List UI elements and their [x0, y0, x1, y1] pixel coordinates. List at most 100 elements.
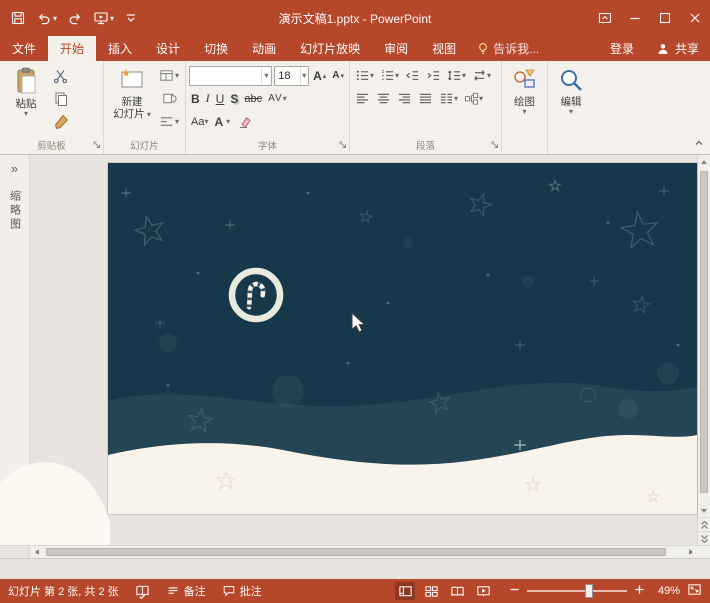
zoom-out-button[interactable] [509, 584, 520, 598]
new-slide-button[interactable]: 新建幻灯片 ▾ [107, 64, 157, 136]
tell-me-box[interactable]: 告诉我... [468, 36, 548, 61]
vertical-scroll-thumb[interactable] [700, 171, 708, 493]
scroll-up-button[interactable] [698, 155, 710, 168]
character-spacing-button[interactable]: AV▾ [266, 89, 289, 109]
slideshow-view-button[interactable] [473, 582, 493, 600]
font-name-input[interactable] [190, 70, 261, 82]
minimize-button[interactable] [620, 0, 650, 36]
tab-animations[interactable]: 动画 [240, 36, 288, 61]
decrease-font-size-button[interactable]: A▾ [330, 66, 346, 86]
window-title: 演示文稿1.pptx - PowerPoint [279, 10, 432, 27]
ribbon-display-options-button[interactable] [590, 0, 620, 36]
increase-font-size-button[interactable]: A▴ [311, 66, 328, 86]
up-arrow-icon [701, 160, 707, 164]
previous-slide-button[interactable] [698, 517, 710, 531]
expand-pane-chevron-icon[interactable]: » [11, 161, 18, 176]
notes-toggle[interactable]: 备注 [166, 583, 206, 599]
tab-insert[interactable]: 插入 [96, 36, 144, 61]
tab-transitions[interactable]: 切换 [192, 36, 240, 61]
collapse-ribbon-button[interactable] [693, 137, 705, 151]
slide-canvas[interactable] [108, 163, 697, 514]
horizontal-scroll-track[interactable] [43, 546, 684, 558]
customize-qat-button[interactable] [121, 9, 141, 27]
scroll-left-button[interactable] [30, 546, 43, 558]
slide-number-indicator[interactable]: 幻灯片 第 2 张, 共 2 张 [8, 583, 119, 599]
undo-button[interactable]: ▾ [33, 8, 60, 28]
editing-menu-button[interactable]: 编辑 ▾ [551, 64, 591, 136]
font-size-combo[interactable]: ▾ [274, 66, 309, 86]
copy-button[interactable] [49, 87, 73, 110]
scroll-down-button[interactable] [698, 504, 710, 517]
text-shadow-button[interactable]: S [228, 89, 240, 109]
spell-check-indicator[interactable] [135, 584, 150, 599]
decrease-indent-button[interactable] [403, 66, 422, 86]
slide-layout-button[interactable]: ▾ [157, 64, 181, 87]
paste-button[interactable]: 粘贴 ▾ [3, 64, 49, 136]
slide-workspace [30, 155, 697, 545]
slide-sorter-view-button[interactable] [421, 582, 441, 600]
tab-view[interactable]: 视图 [420, 36, 468, 61]
comments-toggle[interactable]: 批注 [222, 583, 262, 599]
font-size-input[interactable] [275, 70, 299, 82]
tab-file[interactable]: 文件 [0, 36, 48, 61]
align-center-button[interactable] [374, 89, 393, 109]
scroll-right-button[interactable] [684, 546, 697, 558]
italic-button[interactable]: I [204, 89, 212, 109]
horizontal-scrollbar[interactable] [0, 545, 710, 558]
tab-home[interactable]: 开始 [48, 36, 96, 61]
reset-slide-button[interactable] [157, 87, 181, 110]
save-button[interactable] [7, 8, 29, 28]
justify-button[interactable] [416, 89, 435, 109]
paragraph-dialog-launcher[interactable] [491, 138, 499, 152]
cut-button[interactable] [49, 64, 73, 87]
dialog-launcher-icon [491, 141, 499, 149]
tab-slideshow[interactable]: 幻灯片放映 [288, 36, 372, 61]
fit-to-window-button[interactable] [687, 582, 702, 600]
reading-view-button[interactable] [447, 582, 467, 600]
font-name-combo[interactable]: ▾ [189, 66, 272, 86]
close-button[interactable] [680, 0, 710, 36]
text-direction-button[interactable]: ▾ [470, 66, 493, 86]
columns-button[interactable]: ▾ [437, 89, 460, 109]
sign-in-button[interactable]: 登录 [599, 36, 645, 61]
underline-button[interactable]: U [214, 89, 227, 109]
zoom-percentage[interactable]: 49% [652, 585, 680, 597]
convert-to-smartart-button[interactable]: ▾ [462, 89, 485, 109]
font-color-button[interactable]: A▾ [212, 112, 232, 132]
slide-artwork [108, 163, 697, 514]
bold-button[interactable]: B [189, 89, 202, 109]
tab-design[interactable]: 设计 [144, 36, 192, 61]
normal-view-button[interactable] [395, 582, 415, 600]
eraser-icon [236, 114, 252, 130]
section-button[interactable]: ▾ [157, 110, 181, 133]
horizontal-scroll-thumb[interactable] [46, 548, 666, 556]
clear-formatting-button[interactable] [234, 112, 254, 132]
dialog-launcher-icon [339, 141, 347, 149]
share-button[interactable]: 共享 [645, 36, 710, 61]
tab-review[interactable]: 审阅 [372, 36, 420, 61]
start-slideshow-button[interactable]: ▾ [90, 8, 117, 28]
clipboard-dialog-launcher[interactable] [93, 138, 101, 152]
numbering-button[interactable]: ▾ [378, 66, 401, 86]
notes-icon [166, 584, 180, 598]
format-painter-button[interactable] [49, 110, 73, 133]
dropdown-caret-icon[interactable]: ▾ [300, 67, 309, 85]
next-slide-button[interactable] [698, 531, 710, 545]
font-dialog-launcher[interactable] [339, 138, 347, 152]
bullets-button[interactable]: ▾ [353, 66, 376, 86]
dropdown-caret-icon[interactable]: ▾ [261, 67, 271, 85]
zoom-slider[interactable] [527, 584, 627, 598]
maximize-button[interactable] [650, 0, 680, 36]
increase-indent-button[interactable] [424, 66, 443, 86]
change-case-button[interactable]: Aa▾ [189, 112, 210, 132]
zoom-slider-thumb[interactable] [585, 584, 593, 598]
redo-button[interactable] [64, 8, 86, 28]
zoom-in-button[interactable] [634, 584, 645, 598]
vertical-scrollbar[interactable] [697, 155, 710, 545]
align-right-button[interactable] [395, 89, 414, 109]
line-spacing-button[interactable]: ▾ [445, 66, 468, 86]
align-left-button[interactable] [353, 89, 372, 109]
drawing-menu-button[interactable]: 绘图 ▾ [505, 64, 544, 136]
vertical-scroll-track[interactable] [698, 168, 710, 504]
strikethrough-button[interactable]: abc [242, 89, 264, 109]
